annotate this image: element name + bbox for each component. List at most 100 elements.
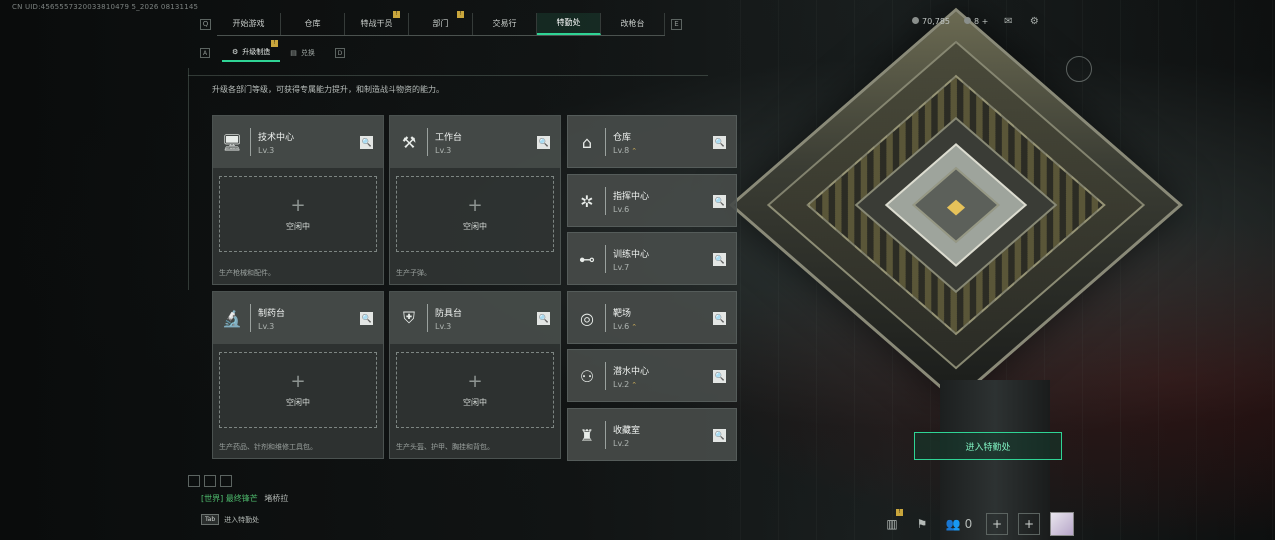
flag-icon[interactable]: ⚑ — [912, 513, 932, 535]
notification-badge: ! — [393, 10, 400, 18]
monitor-icon: 🖥 — [221, 132, 243, 152]
crosshair-cursor — [1066, 56, 1092, 82]
tab-warehouse[interactable]: 仓库 — [281, 12, 345, 35]
enter-special-ops-button[interactable]: 进入特勤处 — [914, 432, 1062, 460]
friends-button[interactable]: 👥 0 — [942, 513, 976, 535]
gear-icon[interactable]: ⚙ — [1028, 16, 1040, 27]
card-level: Lv.7 — [613, 263, 630, 272]
notification-badge: ! — [896, 509, 903, 516]
slot-status: 空闲中 — [463, 221, 487, 231]
subnav-prev-key[interactable]: A — [200, 48, 210, 58]
quick-slot[interactable] — [220, 475, 232, 487]
add-button[interactable]: + — [986, 513, 1008, 535]
production-slot[interactable]: + 空闲中 — [396, 176, 554, 252]
production-slot[interactable]: + 空闲中 — [396, 352, 554, 428]
card-level: Lv.3 — [435, 322, 452, 331]
quick-slot[interactable] — [188, 475, 200, 487]
chat-line[interactable]: [世界] 最终锋芒 堵桥拉 — [201, 493, 288, 504]
stats-icon[interactable]: ▥! — [882, 509, 903, 535]
notification-badge: ! — [457, 10, 464, 18]
exchange-icon: ▤ — [290, 49, 297, 57]
facility-card-shooting-range[interactable]: ◎ 靶场 Lv.6 ⌃ 🔍 — [567, 291, 737, 344]
notification-badge: ! — [271, 40, 279, 47]
tab-hint-label: 进入特勤处 — [224, 515, 260, 524]
tab-hint[interactable]: Tab 进入特勤处 — [201, 514, 259, 525]
nav-next-key[interactable]: E — [671, 18, 682, 30]
sub-nav: A ⚙ 升级制造 ! ▤ 兑换 D — [200, 40, 345, 62]
search-icon[interactable]: 🔍 — [360, 136, 373, 149]
card-level: Lv.2 ⌃ — [613, 380, 638, 389]
tab-start-game[interactable]: 开始游戏 — [217, 12, 281, 35]
search-icon[interactable]: 🔍 — [537, 136, 550, 149]
upgrade-arrow-icon: ⌃ — [631, 323, 638, 331]
facility-card-command-center[interactable]: ✲ 指挥中心 Lv.6 🔍 — [567, 174, 737, 227]
search-icon[interactable]: 🔍 — [713, 429, 726, 442]
card-title: 训练中心 — [613, 250, 650, 260]
facility-card-training-center[interactable]: ⊷ 训练中心 Lv.7 🔍 — [567, 232, 737, 285]
facility-card-warehouse[interactable]: ⌂ 仓库 Lv.8 ⌃ 🔍 — [567, 115, 737, 168]
card-level: Lv.3 — [258, 322, 275, 331]
ticket-icon — [964, 16, 971, 24]
tools-icon: ⚒ — [401, 132, 417, 152]
chat-sender: 最终锋芒 — [225, 494, 258, 503]
production-slot[interactable]: + 空闲中 — [219, 176, 377, 252]
card-level: Lv.3 — [258, 146, 275, 155]
currency-amount[interactable]: 70,785 — [912, 16, 950, 26]
card-title: 防具台 — [435, 309, 463, 319]
card-footer: 生产药品、针剂和维修工具包。 — [219, 443, 317, 451]
plus-icon: + — [467, 370, 483, 392]
card-footer: 生产头盔、护甲、胸挂和背包。 — [396, 443, 494, 451]
tab-special-ops[interactable]: 特勤处 — [537, 12, 601, 35]
card-title: 潜水中心 — [613, 367, 650, 377]
card-title: 仓库 — [613, 133, 632, 143]
tab-departments[interactable]: 部门! — [409, 10, 473, 35]
facility-card-collection-room[interactable]: ♜ 收藏室 Lv.2 🔍 — [567, 408, 737, 461]
add-friend-button[interactable]: + — [1018, 513, 1040, 535]
search-icon[interactable]: 🔍 — [360, 312, 373, 325]
currency-bar: 70,785 8 + ✉ ⚙ — [912, 16, 1040, 27]
card-footer: 生产子弹。 — [396, 269, 431, 277]
upgrade-icon: ⚙ — [232, 48, 239, 56]
card-title: 技术中心 — [258, 133, 295, 143]
slot-status: 空闲中 — [286, 221, 310, 231]
facility-card-diving-center[interactable]: ⚇ 潜水中心 Lv.2 ⌃ 🔍 — [567, 349, 737, 402]
tab-gunsmith[interactable]: 改枪台 — [601, 12, 665, 35]
search-icon[interactable]: 🔍 — [713, 136, 726, 149]
coin-icon — [912, 16, 919, 24]
tab-operators[interactable]: 特战干员! — [345, 10, 409, 35]
production-slot[interactable]: + 空闲中 — [219, 352, 377, 428]
dumbbell-icon: ⊷ — [579, 249, 595, 269]
card-footer: 生产枪械和配件。 — [219, 269, 275, 277]
ticket-amount[interactable]: 8 + — [964, 16, 988, 26]
production-card-workbench[interactable]: ⚒ 工作台 Lv.3 🔍 + 空闲中 生产子弹。 — [389, 115, 561, 285]
search-icon[interactable]: 🔍 — [713, 370, 726, 383]
tab-exchange[interactable]: ▤ 兑换 — [280, 44, 325, 62]
uid-text: CN UID:4565557320033810479 5_2026 081311… — [12, 3, 199, 11]
plus-icon: + — [290, 370, 306, 392]
friends-icon: 👥 — [945, 517, 961, 531]
card-level: Lv.3 — [435, 146, 452, 155]
nav-prev-key[interactable]: Q — [200, 18, 211, 30]
chip-icon: ✲ — [580, 191, 594, 211]
nav-tabs: 开始游戏 仓库 特战干员! 部门! 交易行 特勤处 改枪台 — [217, 10, 665, 36]
mail-icon[interactable]: ✉ — [1002, 16, 1014, 27]
card-level: Lv.6 ⌃ — [613, 322, 638, 331]
search-icon[interactable]: 🔍 — [713, 195, 726, 208]
avatar[interactable] — [1050, 512, 1074, 536]
search-icon[interactable]: 🔍 — [537, 312, 550, 325]
production-card-tech-center[interactable]: 🖥 技术中心 Lv.3 🔍 + 空闲中 生产枪械和配件。 — [212, 115, 384, 285]
tab-upgrade-craft[interactable]: ⚙ 升级制造 ! — [222, 40, 281, 62]
production-card-pharmacy[interactable]: 🔬 制药台 Lv.3 🔍 + 空闲中 生产药品、针剂和维修工具包。 — [212, 291, 384, 459]
quick-slot[interactable] — [204, 475, 216, 487]
tab-trade[interactable]: 交易行 — [473, 12, 537, 35]
chat-message: 堵桥拉 — [264, 494, 289, 503]
goggles-icon: ⚇ — [579, 366, 595, 386]
slot-status: 空闲中 — [463, 397, 487, 407]
divider — [188, 68, 189, 290]
chat-channel: [世界] — [201, 494, 224, 503]
main-nav: Q 开始游戏 仓库 特战干员! 部门! 交易行 特勤处 改枪台 E — [200, 10, 682, 36]
production-card-armor-bench[interactable]: ⛨ 防具台 Lv.3 🔍 + 空闲中 生产头盔、护甲、胸挂和背包。 — [389, 291, 561, 459]
subnav-next-key[interactable]: D — [334, 48, 345, 58]
search-icon[interactable]: 🔍 — [713, 253, 726, 266]
search-icon[interactable]: 🔍 — [713, 312, 726, 325]
